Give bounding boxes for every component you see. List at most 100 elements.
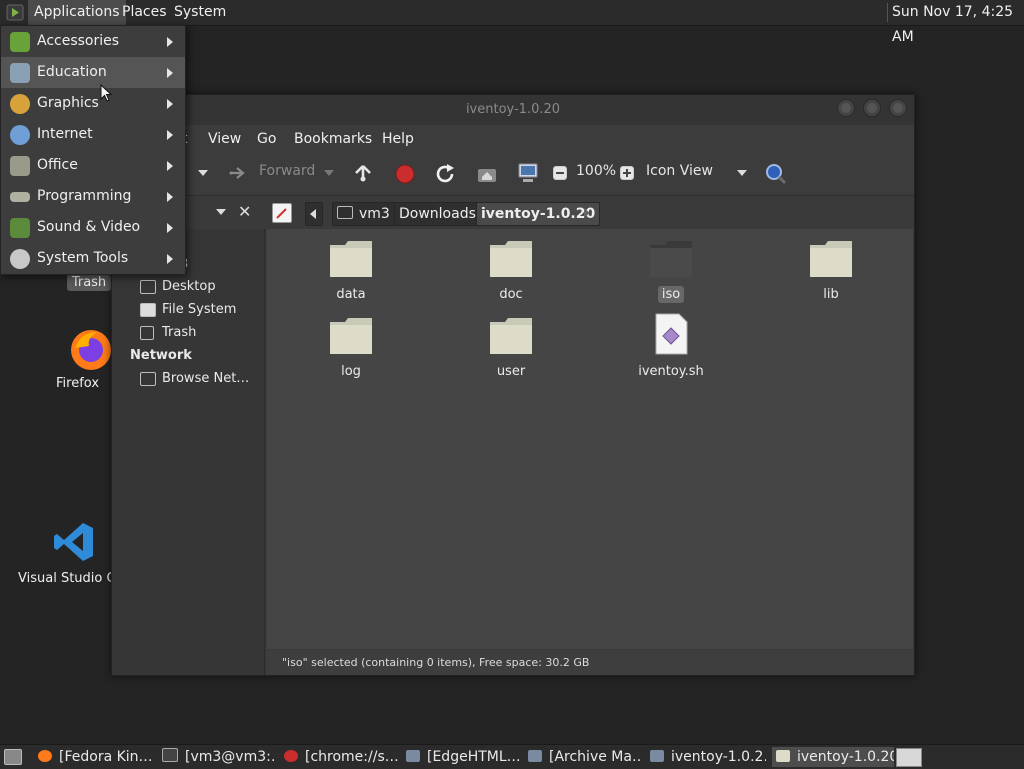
search-icon[interactable]	[764, 162, 788, 190]
internet-icon	[10, 125, 30, 145]
breadcrumb-downloads[interactable]: Downloads	[394, 202, 481, 226]
show-desktop-icon[interactable]	[4, 749, 22, 765]
path-forward-icon[interactable]	[584, 208, 590, 218]
task-label: [Fedora Kin…	[59, 749, 152, 765]
mouse-pointer-icon	[100, 83, 113, 106]
sidebar-item-browse-network[interactable]: Browse Net…	[162, 371, 249, 386]
sidebar-item-trash[interactable]: Trash	[162, 325, 196, 340]
task-label: [vm3@vm3:…	[185, 749, 276, 765]
menu-view[interactable]: View	[208, 131, 241, 147]
desktop-folder-icon	[140, 280, 156, 294]
close-sidebar-icon[interactable]: ✕	[238, 202, 251, 221]
distro-logo-icon[interactable]	[6, 4, 24, 21]
file-item-user[interactable]: user	[466, 316, 556, 380]
file-manager-window: iventoy-1.0.20 t View Go Bookmarks Help …	[111, 94, 915, 676]
submenu-arrow-icon	[167, 99, 173, 109]
menu-item-sound-video[interactable]: Sound & Video	[1, 212, 185, 243]
task-chrome[interactable]: [chrome://s…	[284, 747, 398, 767]
sidebar-item-desktop[interactable]: Desktop	[162, 279, 216, 294]
home-icon[interactable]	[476, 164, 498, 188]
window-icon	[406, 750, 420, 762]
task-label: [chrome://s…	[305, 749, 398, 765]
up-arrow-icon[interactable]	[353, 162, 373, 188]
folder-icon	[810, 241, 852, 277]
workspace-switcher[interactable]	[896, 748, 922, 767]
menu-item-graphics[interactable]: Graphics	[1, 88, 185, 119]
menu-item-label: Sound & Video	[37, 219, 141, 235]
back-dropdown-icon[interactable]	[198, 170, 208, 176]
menu-item-education[interactable]: Education	[1, 57, 185, 88]
sidebar-item-file-system[interactable]: File System	[162, 302, 236, 317]
close-button[interactable]	[889, 99, 907, 117]
stop-icon[interactable]	[395, 164, 415, 188]
forward-button[interactable]: Forward	[259, 163, 315, 179]
forward-dropdown-icon[interactable]	[324, 170, 334, 176]
task-iventoy-folder[interactable]: iventoy-1.0.20	[772, 747, 894, 767]
file-name: user	[496, 364, 526, 379]
computer-icon[interactable]	[517, 162, 539, 188]
status-text: "iso" selected (containing 0 items), Fre…	[282, 656, 590, 669]
file-item-doc[interactable]: doc	[466, 239, 556, 303]
sidebar-selector-dropdown-icon[interactable]	[216, 209, 226, 215]
view-mode-dropdown-icon[interactable]	[737, 170, 747, 176]
menu-item-internet[interactable]: Internet	[1, 119, 185, 150]
view-mode-select[interactable]: Icon View	[646, 163, 713, 179]
file-item-log[interactable]: log	[306, 316, 396, 380]
applications-menu-button[interactable]: Applications	[28, 0, 126, 25]
opera-icon	[284, 750, 298, 762]
menu-help[interactable]: Help	[382, 131, 414, 147]
firefox-icon	[38, 750, 52, 762]
panel-separator	[887, 3, 888, 22]
folder-icon	[330, 241, 372, 277]
clock[interactable]: Sun Nov 17, 4:25 AM	[892, 0, 1024, 50]
file-name: lib	[823, 287, 839, 302]
zoom-in-icon[interactable]	[620, 166, 634, 180]
submenu-arrow-icon	[167, 223, 173, 233]
zoom-out-icon[interactable]	[553, 166, 567, 180]
submenu-arrow-icon	[167, 37, 173, 47]
task-iventoy-browser[interactable]: iventoy-1.0.2…	[650, 747, 766, 767]
vscode-icon	[52, 520, 96, 564]
file-item-data[interactable]: data	[306, 239, 396, 303]
menu-go[interactable]: Go	[257, 131, 276, 147]
window-title: iventoy-1.0.20	[465, 102, 561, 117]
task-label: iventoy-1.0.20	[797, 749, 894, 765]
system-menu-button[interactable]: System	[168, 0, 232, 25]
folder-icon	[490, 318, 532, 354]
menu-item-label: System Tools	[37, 250, 129, 266]
menu-item-label: Education	[37, 64, 107, 80]
window-icon	[528, 750, 542, 762]
menu-item-accessories[interactable]: Accessories	[1, 26, 185, 57]
task-fedora-kinoite[interactable]: [Fedora Kin…	[38, 747, 152, 767]
task-terminal[interactable]: [vm3@vm3:…	[162, 747, 276, 767]
reload-icon[interactable]	[435, 163, 457, 189]
places-menu-button[interactable]: Places	[116, 0, 173, 25]
path-back-button[interactable]	[305, 202, 323, 226]
task-edgehtml[interactable]: [EdgeHTML…	[406, 747, 520, 767]
file-name: data	[336, 287, 366, 302]
graphics-icon	[10, 94, 30, 114]
taskbar: [Fedora Kin… [vm3@vm3:… [chrome://s… [Ed…	[0, 744, 1024, 769]
file-name: doc	[499, 287, 523, 302]
menu-item-label: Programming	[37, 188, 132, 204]
edit-location-icon[interactable]	[272, 203, 292, 223]
file-item-iso[interactable]: iso	[626, 239, 716, 303]
breadcrumb-vm3[interactable]: vm3	[332, 202, 395, 226]
window-icon	[650, 750, 664, 762]
file-item-iventoy-sh[interactable]: iventoy.sh	[626, 312, 716, 380]
submenu-arrow-icon	[167, 161, 173, 171]
minimize-button[interactable]	[837, 99, 855, 117]
task-archive-manager[interactable]: [Archive Ma…	[528, 747, 642, 767]
file-item-lib[interactable]: lib	[786, 239, 876, 303]
file-name: iventoy.sh	[638, 364, 704, 379]
menu-item-office[interactable]: Office	[1, 150, 185, 181]
file-view[interactable]: data doc iso lib log user iventoy.sh	[267, 229, 913, 649]
window-titlebar[interactable]: iventoy-1.0.20	[112, 95, 914, 125]
menu-bookmarks[interactable]: Bookmarks	[294, 131, 372, 147]
breadcrumb-current[interactable]: iventoy-1.0.20	[476, 202, 601, 226]
sidebar: er 3 Desktop File System Trash Network B…	[112, 229, 265, 675]
menu-item-programming[interactable]: Programming	[1, 181, 185, 212]
maximize-button[interactable]	[863, 99, 881, 117]
menu-item-system-tools[interactable]: System Tools	[1, 243, 185, 274]
home-folder-icon	[337, 206, 353, 219]
